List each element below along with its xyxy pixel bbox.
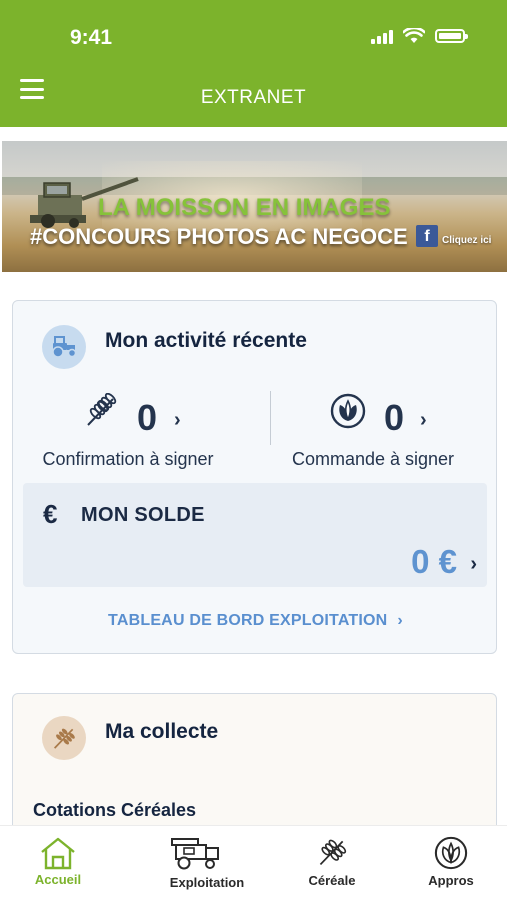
balance-value: 0 € bbox=[411, 543, 457, 580]
tab-appros[interactable]: Appros bbox=[415, 826, 487, 900]
balance-panel[interactable]: € MON SOLDE 0 € › bbox=[23, 483, 487, 587]
tab-accueil[interactable]: Accueil bbox=[22, 826, 94, 900]
tab-label: Accueil bbox=[34, 872, 82, 887]
wheat-icon bbox=[319, 839, 347, 866]
confirmation-label: Confirmation à signer bbox=[42, 449, 214, 469]
banner-headline: LA MOISSON EN IMAGES bbox=[98, 194, 391, 221]
wheat-icon bbox=[87, 393, 117, 426]
tab-label: Exploitation bbox=[169, 875, 245, 890]
app-header: 9:41 EXTRANET bbox=[0, 0, 507, 127]
status-time: 9:41 bbox=[70, 26, 113, 49]
page-title: EXTRANET bbox=[200, 87, 307, 108]
tab-label: Appros bbox=[428, 873, 474, 888]
chevron-right-icon: › bbox=[397, 612, 403, 629]
commande-stat[interactable]: 0 › Commande à signer bbox=[270, 389, 507, 479]
tab-label: Céréale bbox=[308, 873, 356, 888]
cellular-signal-icon bbox=[371, 28, 393, 44]
recent-activity-card: Mon activité récente 0 › Confirmation à … bbox=[12, 300, 497, 654]
wifi-icon bbox=[403, 28, 425, 43]
banner-subheadline: #CONCOURS PHOTOS AC NEGOCE bbox=[30, 224, 408, 249]
collecte-title: Ma collecte bbox=[105, 720, 219, 743]
collecte-card: Ma collecte Cotations Céréales bbox=[12, 693, 497, 825]
tab-cereale[interactable]: Céréale bbox=[296, 826, 368, 900]
promo-banner[interactable]: LA MOISSON EN IMAGES #CONCOURS PHOTOS AC… bbox=[2, 141, 507, 272]
dashboard-link-label: TABLEAU DE BORD EXPLOITATION bbox=[108, 612, 388, 629]
commande-label: Commande à signer bbox=[291, 449, 455, 469]
dashboard-link[interactable]: TABLEAU DE BORD EXPLOITATION › bbox=[13, 612, 498, 630]
chevron-right-icon[interactable]: › bbox=[470, 553, 477, 576]
chevron-right-icon[interactable]: › bbox=[174, 409, 181, 432]
commande-count: 0 bbox=[384, 397, 405, 438]
euro-icon: € bbox=[43, 499, 58, 529]
leaf-circle-icon bbox=[434, 836, 468, 870]
recent-activity-title: Mon activité récente bbox=[105, 329, 307, 352]
bottom-tab-bar: Accueil Exploitation Céréale Appros bbox=[0, 825, 507, 900]
tractor-icon bbox=[42, 325, 86, 369]
cotations-heading: Cotations Céréales bbox=[33, 800, 197, 820]
facebook-icon[interactable]: f bbox=[416, 225, 438, 247]
confirmation-count: 0 bbox=[137, 397, 158, 438]
wheat-icon bbox=[42, 716, 86, 760]
main-content: LA MOISSON EN IMAGES #CONCOURS PHOTOS AC… bbox=[0, 127, 507, 825]
chevron-right-icon[interactable]: › bbox=[420, 409, 427, 432]
leaf-circle-icon bbox=[330, 393, 366, 429]
harvester-icon bbox=[171, 838, 219, 870]
balance-label: MON SOLDE bbox=[81, 504, 205, 526]
battery-icon bbox=[435, 29, 468, 43]
status-icons bbox=[371, 28, 468, 44]
home-icon bbox=[41, 837, 75, 870]
tab-exploitation[interactable]: Exploitation bbox=[146, 826, 268, 900]
confirmation-stat[interactable]: 0 › Confirmation à signer bbox=[13, 389, 253, 479]
banner-cta[interactable]: Cliquez ici bbox=[442, 235, 491, 246]
